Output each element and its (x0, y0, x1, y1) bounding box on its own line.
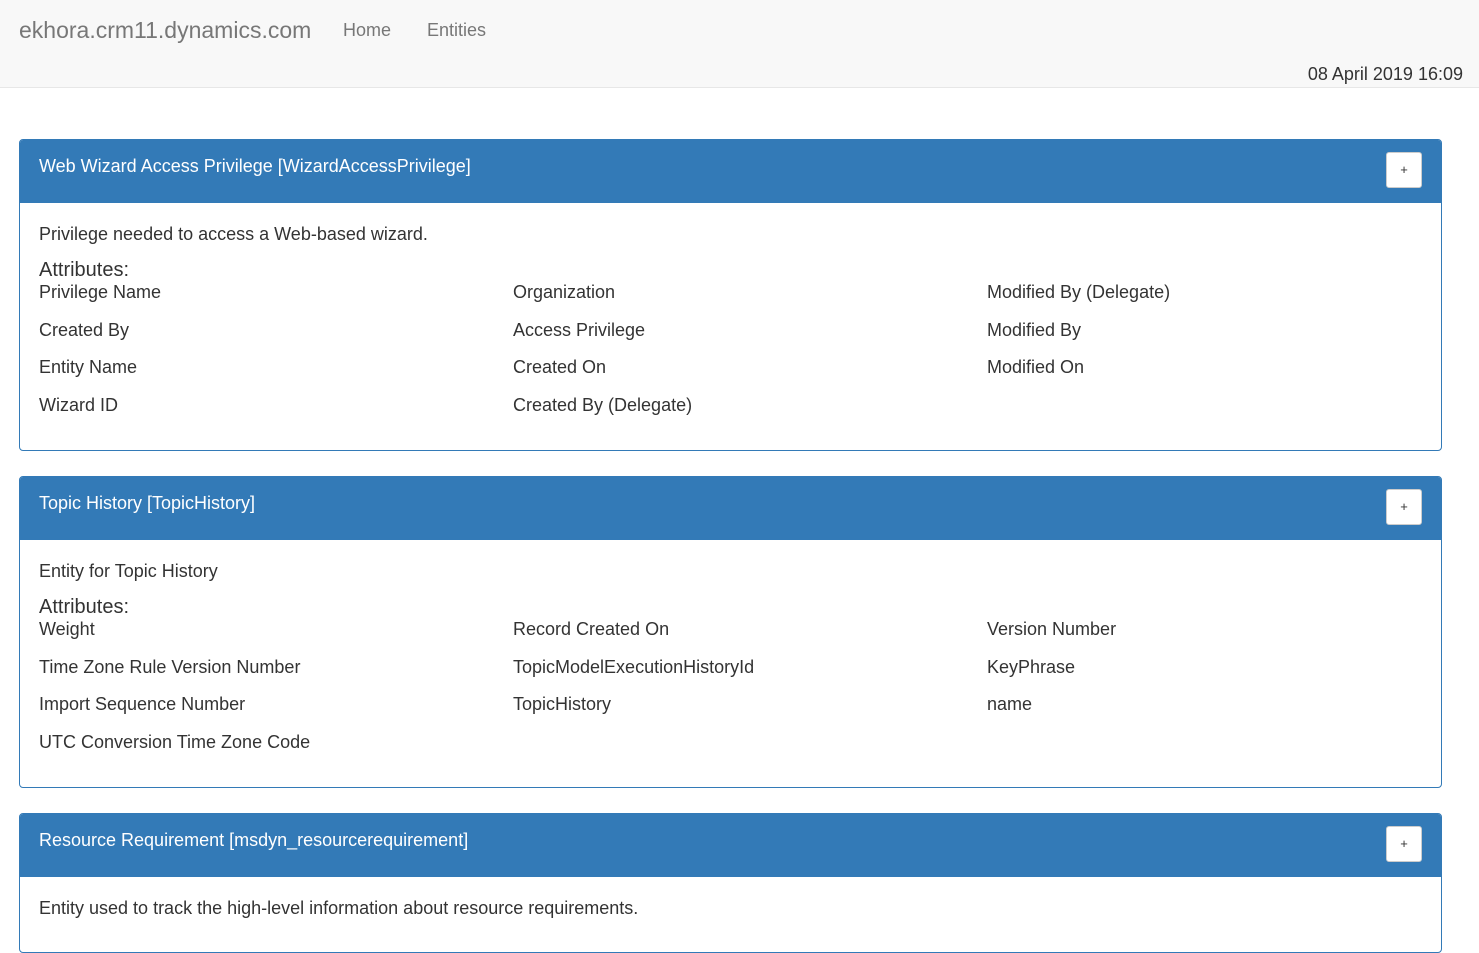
timestamp: 08 April 2019 16:09 (1307, 64, 1463, 84)
entity-description: Entity used to track the high-level info… (39, 898, 639, 918)
attribute-item: name (987, 694, 1033, 714)
expand-button[interactable]: + (1386, 152, 1422, 188)
attribute-item: Record Created On (513, 619, 670, 639)
attribute-item: UTC Conversion Time Zone Code (39, 731, 311, 752)
attributes-heading: Attributes: (39, 259, 130, 281)
attribute-item: TopicModelExecutionHistoryId (513, 656, 755, 677)
attribute-item: Import Sequence Number (39, 694, 246, 714)
expand-button[interactable]: + (1386, 826, 1422, 862)
entity-panel-wizardaccessprivilege: Web Wizard Access Privilege [WizardAcces… (19, 139, 1442, 451)
attribute-item: Access Privilege (513, 319, 646, 340)
attribute-item: KeyPhrase (987, 656, 1076, 677)
panel-body: Entity used to track the high-level info… (20, 877, 1441, 937)
nav-entities-link[interactable]: Entities (427, 20, 486, 41)
attribute-item: Time Zone Rule Version Number (39, 656, 301, 677)
nav-home-link[interactable]: Home (343, 20, 391, 41)
panel-title: Resource Requirement [msdyn_resourcerequ… (39, 830, 469, 850)
attribute-item: Organization (513, 282, 616, 302)
attribute-item: Wizard ID (39, 394, 119, 415)
panel-body: Privilege needed to access a Web-based w… (20, 203, 1441, 434)
attribute-item: Version Number (987, 619, 1117, 639)
attribute-item: Modified On (987, 357, 1085, 377)
expand-button[interactable]: + (1386, 489, 1422, 525)
panel-heading: Topic History [TopicHistory] + (20, 477, 1441, 540)
top-navbar: ekhora.crm11.dynamics.com Home Entities … (0, 0, 1479, 88)
attribute-item: TopicHistory (513, 694, 612, 714)
brand-link[interactable]: ekhora.crm11.dynamics.com (19, 17, 311, 44)
attribute-item: Created By (Delegate) (513, 394, 693, 415)
attribute-item: Modified By (Delegate) (987, 282, 1171, 302)
attribute-item: Created On (513, 357, 607, 377)
attributes-grid: Weight Record Created On Version Number … (39, 618, 1422, 753)
entity-description: Privilege needed to access a Web-based w… (39, 224, 428, 244)
entity-panel-resourcerequirement: Resource Requirement [msdyn_resourcerequ… (19, 813, 1442, 953)
attribute-item: Entity Name (39, 357, 138, 377)
panel-title: Topic History [TopicHistory] (39, 493, 256, 513)
attributes-heading: Attributes: (39, 596, 130, 618)
entity-description: Entity for Topic History (39, 561, 218, 581)
attribute-item: Privilege Name (39, 282, 162, 302)
attribute-item: Created By (39, 319, 130, 340)
entity-panel-topichistory: Topic History [TopicHistory] + Entity fo… (19, 476, 1442, 788)
attribute-item: Weight (39, 619, 95, 639)
panel-heading: Web Wizard Access Privilege [WizardAcces… (20, 140, 1441, 203)
panel-body: Entity for Topic History Attributes: Wei… (20, 540, 1441, 771)
panel-heading: Resource Requirement [msdyn_resourcerequ… (20, 814, 1441, 877)
attribute-item: Modified By (987, 319, 1082, 340)
attributes-grid: Privilege Name Organization Modified By … (39, 281, 1422, 416)
panel-title: Web Wizard Access Privilege [WizardAcces… (39, 156, 471, 176)
